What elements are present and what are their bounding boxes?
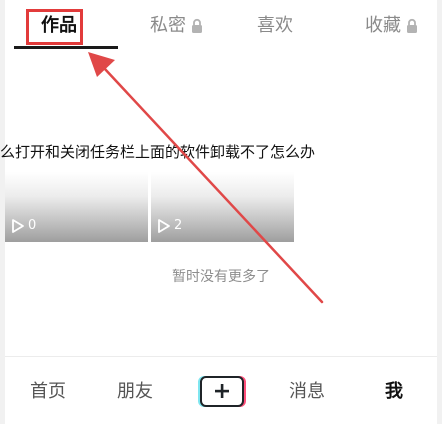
bottom-navigation: 首页 朋友 消息 我 bbox=[5, 356, 437, 424]
nav-friends[interactable]: 朋友 bbox=[117, 379, 153, 405]
play-icon bbox=[12, 219, 24, 233]
active-tab-indicator bbox=[14, 46, 118, 49]
video-title[interactable]: 么打开和关闭任务栏上面的软件卸载不了怎么办 bbox=[0, 140, 437, 164]
nav-me[interactable]: 我 bbox=[385, 379, 403, 405]
play-count: 2 bbox=[174, 218, 183, 233]
tab-likes-label: 喜欢 bbox=[257, 15, 293, 36]
profile-page: 作品 私密 喜欢 收藏 么打开和关闭任务栏上面的软件卸载不了怎么办 0 2 暂时… bbox=[0, 0, 442, 424]
tab-private-label: 私密 bbox=[150, 15, 186, 36]
video-grid: 0 2 bbox=[5, 172, 297, 242]
play-count: 0 bbox=[28, 218, 37, 233]
tab-favorites[interactable]: 收藏 bbox=[365, 13, 419, 39]
no-more-text: 暂时没有更多了 bbox=[172, 269, 270, 285]
plus-icon bbox=[215, 384, 229, 398]
create-button[interactable] bbox=[200, 376, 244, 407]
nav-home[interactable]: 首页 bbox=[30, 379, 66, 405]
right-edge bbox=[437, 0, 442, 424]
video-title-text: 么打开和关闭任务栏上面的软件卸载不了怎么办 bbox=[0, 143, 316, 161]
lock-icon bbox=[407, 18, 417, 33]
highlight-annotation-box bbox=[26, 9, 83, 45]
video-thumbnail[interactable]: 2 bbox=[151, 172, 294, 242]
tab-private[interactable]: 私密 bbox=[150, 13, 204, 39]
video-thumbnail[interactable]: 0 bbox=[5, 172, 148, 242]
lock-icon bbox=[192, 18, 202, 33]
tab-likes[interactable]: 喜欢 bbox=[257, 13, 293, 39]
tab-favorites-label: 收藏 bbox=[365, 15, 401, 36]
play-icon bbox=[158, 219, 170, 233]
nav-messages[interactable]: 消息 bbox=[289, 379, 325, 405]
